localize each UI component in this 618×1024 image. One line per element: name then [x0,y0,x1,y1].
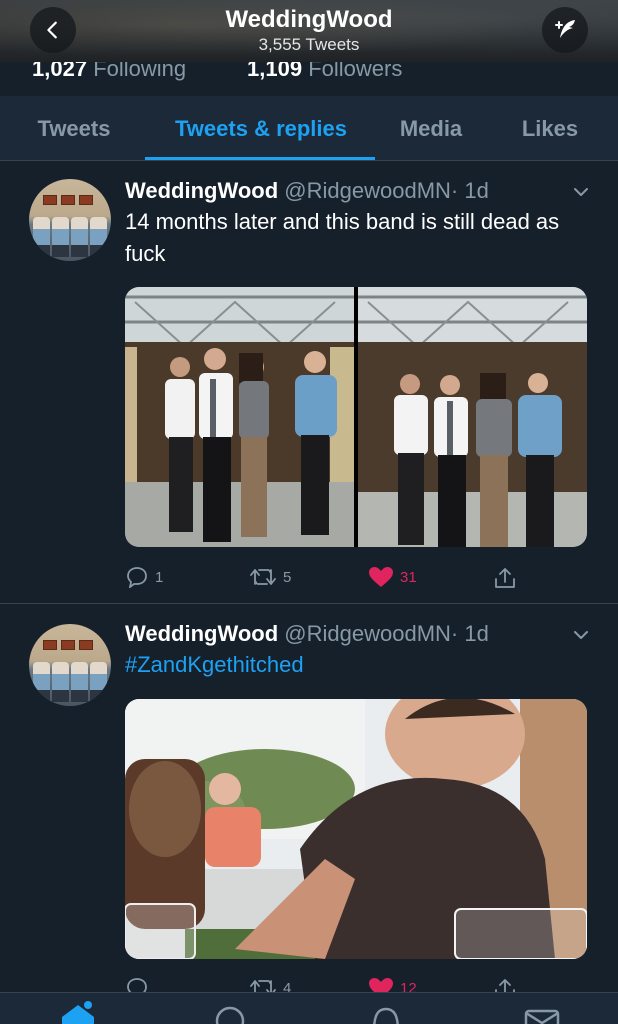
like-count: 31 [400,568,417,586]
tab-likes[interactable]: Likes [508,96,592,161]
tweet-media[interactable] [125,699,587,959]
avatar[interactable] [29,179,111,261]
tweet-photo[interactable] [125,287,354,547]
retweet-button[interactable]: 5 [249,566,291,588]
tweet-timestamp: · 1d [450,178,489,203]
tweet-text: 14 months later and this band is still d… [125,209,560,266]
like-button[interactable]: 31 [368,566,417,588]
followers-count: 1,109 [247,62,303,81]
tweet-hashtag-link[interactable]: #ZandKgethitched [125,649,565,681]
heart-icon [369,567,393,587]
reply-icon [127,567,147,588]
tab-tweets-and-replies[interactable]: Tweets & replies [150,96,372,161]
profile-header: WeddingWood 3,555 Tweets [0,0,618,62]
tweet[interactable]: WeddingWood @RidgewoodMN· 1d 14 months l… [0,161,618,604]
share-icon [495,568,515,588]
compose-tweet-button[interactable] [542,7,588,53]
tweet-author-handle[interactable]: @RidgewoodMN [284,178,451,203]
compose-tweet-icon [555,20,575,38]
following-label: Following [93,62,187,81]
retweet-icon [250,569,276,585]
messages-icon[interactable] [522,1001,562,1024]
tweet-photo[interactable] [125,699,587,959]
notifications-icon[interactable] [368,1001,404,1024]
reply-count: 1 [155,568,164,586]
retweet-count: 5 [283,568,292,586]
tweet-author-handle[interactable]: @RidgewoodMN [284,621,451,646]
profile-tabs: Tweets Tweets & replies Media Likes [0,96,618,161]
tab-tweets[interactable]: Tweets [22,96,126,161]
bottom-navigation [0,992,618,1024]
follow-stats: 1,027 Following 1,109 Followers [0,62,618,96]
share-button[interactable] [493,566,517,590]
tweet-actions: 1 5 31 [125,566,525,590]
tweet-media[interactable] [125,287,587,547]
tweet-header: WeddingWood @RidgewoodMN· 1d [125,621,489,647]
tab-media[interactable]: Media [390,96,472,161]
followers-stat[interactable]: 1,109 Followers [247,62,402,82]
caret-down-icon[interactable] [572,183,590,201]
active-tab-indicator [145,157,375,160]
tweet-header: WeddingWood @RidgewoodMN· 1d [125,178,489,204]
tweet-photo[interactable] [358,287,587,547]
profile-name-title: WeddingWood [225,6,393,33]
followers-label: Followers [308,62,403,81]
home-icon[interactable] [58,1001,98,1024]
search-icon[interactable] [212,1001,248,1024]
tweet[interactable]: WeddingWood @RidgewoodMN· 1d #ZandKgethi… [0,605,618,1005]
caret-down-icon[interactable] [572,626,590,644]
following-stat[interactable]: 1,027 Following [32,62,186,82]
tweet-count: 3,555 Tweets [258,35,360,54]
tweet-timestamp: · 1d [450,621,489,646]
reply-button[interactable]: 1 [125,566,163,588]
avatar[interactable] [29,624,111,706]
following-count: 1,027 [32,62,88,81]
tweet-author-name[interactable]: WeddingWood [125,178,278,203]
tweet-author-name[interactable]: WeddingWood [125,621,278,646]
